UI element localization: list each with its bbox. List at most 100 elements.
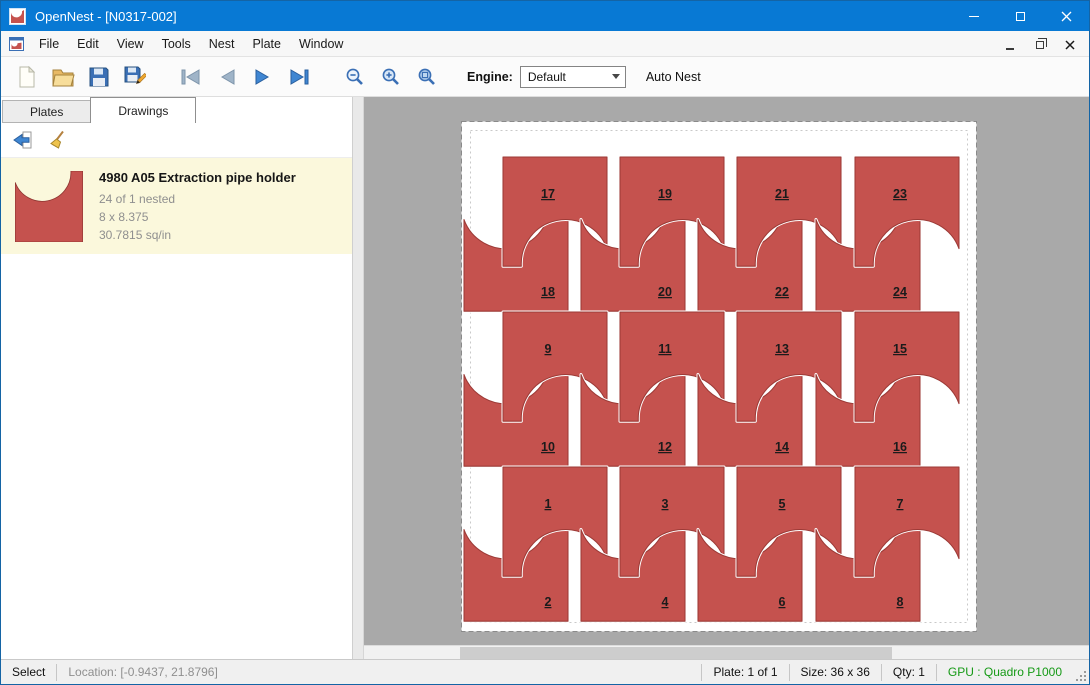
drawing-area: 30.7815 sq/in bbox=[99, 226, 296, 244]
status-location: Location: [-0.9437, 21.8796] bbox=[57, 665, 228, 679]
tab-drawings[interactable]: Drawings bbox=[90, 97, 196, 123]
status-qty: Qty: 1 bbox=[882, 665, 936, 679]
minimize-button[interactable] bbox=[951, 1, 997, 31]
part-number-label: 15 bbox=[893, 342, 907, 356]
zoom-in-icon bbox=[381, 67, 401, 87]
part-number-label: 12 bbox=[658, 440, 672, 454]
resize-grip[interactable] bbox=[1073, 660, 1089, 684]
auto-nest-button[interactable]: Auto Nest bbox=[646, 70, 701, 84]
drawings-toolbar bbox=[1, 123, 352, 158]
last-plate-button[interactable] bbox=[281, 61, 317, 93]
part-number-label: 23 bbox=[893, 187, 907, 201]
horizontal-scrollbar-thumb[interactable] bbox=[460, 647, 892, 659]
panel-tabs: Plates Drawings bbox=[1, 97, 352, 123]
first-plate-button[interactable] bbox=[173, 61, 209, 93]
drawing-list-item[interactable]: 4980 A05 Extraction pipe holder 24 of 1 … bbox=[1, 158, 352, 254]
next-plate-icon bbox=[254, 69, 272, 85]
drawing-title: 4980 A05 Extraction pipe holder bbox=[99, 170, 296, 185]
app-icon bbox=[9, 8, 26, 25]
main-toolbar: Engine: Default Auto Nest bbox=[1, 57, 1089, 97]
part-number-label: 7 bbox=[897, 497, 904, 511]
horizontal-scrollbar[interactable] bbox=[364, 645, 1089, 659]
status-bar: Select Location: [-0.9437, 21.8796] Plat… bbox=[1, 659, 1089, 684]
content-area: Plates Drawings bbox=[1, 97, 1089, 659]
part-number-label: 21 bbox=[775, 187, 789, 201]
part-number-label: 2 bbox=[545, 595, 552, 609]
title-bar: OpenNest - [N0317-002] bbox=[1, 1, 1089, 31]
close-icon bbox=[1061, 11, 1072, 22]
app-window: OpenNest - [N0317-002] File Edit View To… bbox=[0, 0, 1090, 685]
part-thumbnail bbox=[9, 166, 89, 246]
status-mode: Select bbox=[1, 665, 56, 679]
part-number-label: 24 bbox=[893, 285, 907, 299]
menu-bar: File Edit View Tools Nest Plate Window bbox=[1, 31, 1089, 57]
part-number-label: 8 bbox=[897, 595, 904, 609]
part-number-label: 16 bbox=[893, 440, 907, 454]
part-number-label: 13 bbox=[775, 342, 789, 356]
document-icon bbox=[9, 37, 24, 51]
previous-plate-button[interactable] bbox=[209, 61, 245, 93]
part-number-label: 17 bbox=[541, 187, 555, 201]
previous-plate-icon bbox=[218, 69, 236, 85]
return-part-button[interactable] bbox=[8, 127, 36, 153]
part-number-label: 9 bbox=[545, 342, 552, 356]
menu-item-file[interactable]: File bbox=[30, 31, 68, 56]
clear-parts-button[interactable] bbox=[44, 127, 72, 153]
status-plate: Plate: 1 of 1 bbox=[702, 665, 788, 679]
zoom-fit-button[interactable] bbox=[409, 61, 445, 93]
open-button[interactable] bbox=[45, 61, 81, 93]
close-button[interactable] bbox=[1043, 1, 1089, 31]
part-number-label: 18 bbox=[541, 285, 555, 299]
mdi-restore-button[interactable] bbox=[1029, 35, 1051, 53]
mdi-restore-icon bbox=[1036, 41, 1044, 49]
zoom-in-button[interactable] bbox=[373, 61, 409, 93]
part-number-label: 10 bbox=[541, 440, 555, 454]
menu-item-edit[interactable]: Edit bbox=[68, 31, 108, 56]
part-shape-icon bbox=[15, 171, 83, 242]
new-document-icon bbox=[17, 66, 37, 88]
zoom-out-button[interactable] bbox=[337, 61, 373, 93]
resize-grip-icon bbox=[1075, 670, 1087, 682]
menu-item-view[interactable]: View bbox=[108, 31, 153, 56]
part-number-label: 22 bbox=[775, 285, 789, 299]
menu-item-window[interactable]: Window bbox=[290, 31, 352, 56]
mdi-minimize-button[interactable] bbox=[999, 35, 1021, 53]
maximize-icon bbox=[1016, 12, 1025, 21]
broom-icon bbox=[48, 130, 68, 150]
part-number-label: 4 bbox=[662, 595, 669, 609]
drawing-size: 8 x 8.375 bbox=[99, 208, 296, 226]
chevron-down-icon bbox=[612, 74, 620, 79]
save-button[interactable] bbox=[81, 61, 117, 93]
mdi-minimize-icon bbox=[1006, 48, 1014, 50]
mdi-close-icon bbox=[1065, 40, 1075, 50]
menu-item-nest[interactable]: Nest bbox=[200, 31, 244, 56]
nest-canvas[interactable]: 171819202122232491011121314151612345678 bbox=[364, 97, 1089, 659]
zoom-out-icon bbox=[345, 67, 365, 87]
return-arrow-icon bbox=[12, 130, 33, 150]
window-title: OpenNest - [N0317-002] bbox=[35, 9, 177, 24]
first-plate-icon bbox=[180, 69, 202, 85]
menu-item-tools[interactable]: Tools bbox=[153, 31, 200, 56]
mdi-close-button[interactable] bbox=[1059, 35, 1081, 53]
status-gpu: GPU : Quadro P1000 bbox=[937, 665, 1073, 679]
nest-plate[interactable]: 171819202122232491011121314151612345678 bbox=[461, 121, 977, 632]
drawing-nested-count: 24 of 1 nested bbox=[99, 190, 296, 208]
part-number-label: 3 bbox=[662, 497, 669, 511]
tab-plates[interactable]: Plates bbox=[2, 100, 91, 123]
save-floppy-icon bbox=[89, 67, 109, 87]
menu-item-plate[interactable]: Plate bbox=[243, 31, 290, 56]
engine-label: Engine: bbox=[467, 70, 513, 84]
engine-select[interactable]: Default bbox=[520, 66, 626, 88]
zoom-fit-icon bbox=[417, 67, 437, 87]
status-size: Size: 36 x 36 bbox=[790, 665, 881, 679]
maximize-button[interactable] bbox=[997, 1, 1043, 31]
next-plate-button[interactable] bbox=[245, 61, 281, 93]
minimize-icon bbox=[969, 16, 979, 17]
part-number-label: 20 bbox=[658, 285, 672, 299]
open-folder-icon bbox=[52, 67, 75, 87]
save-as-button[interactable] bbox=[117, 61, 153, 93]
part-number-label: 6 bbox=[779, 595, 786, 609]
save-edit-floppy-icon bbox=[124, 66, 146, 87]
panel-splitter[interactable] bbox=[353, 97, 364, 659]
new-button[interactable] bbox=[9, 61, 45, 93]
